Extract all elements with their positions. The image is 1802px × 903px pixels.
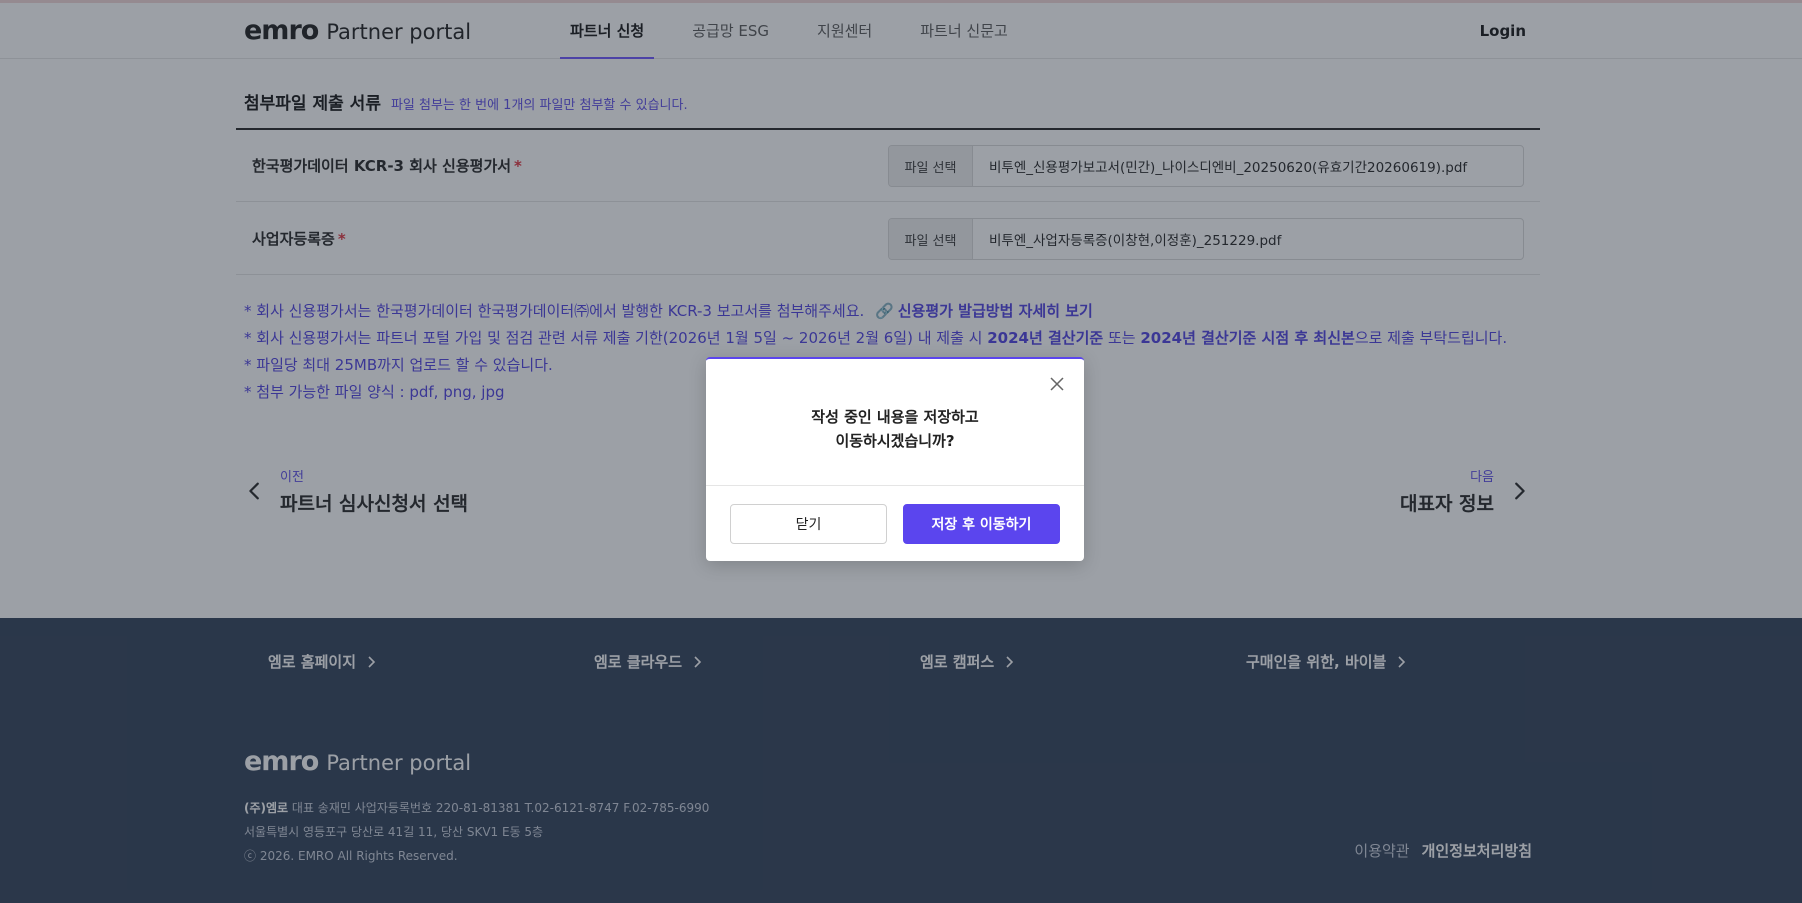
dialog-divider bbox=[706, 485, 1084, 486]
close-button[interactable]: 닫기 bbox=[730, 504, 887, 544]
close-icon[interactable] bbox=[1048, 375, 1066, 393]
dialog-message-line-2: 이동하시겠습니까? bbox=[835, 432, 955, 450]
save-confirm-dialog: 작성 중인 내용을 저장하고 이동하시겠습니까? 닫기 저장 후 이동하기 bbox=[706, 357, 1084, 561]
dialog-message-line-1: 작성 중인 내용을 저장하고 bbox=[811, 408, 979, 426]
dialog-message: 작성 중인 내용을 저장하고 이동하시겠습니까? bbox=[706, 405, 1084, 453]
save-and-move-button[interactable]: 저장 후 이동하기 bbox=[903, 504, 1060, 544]
